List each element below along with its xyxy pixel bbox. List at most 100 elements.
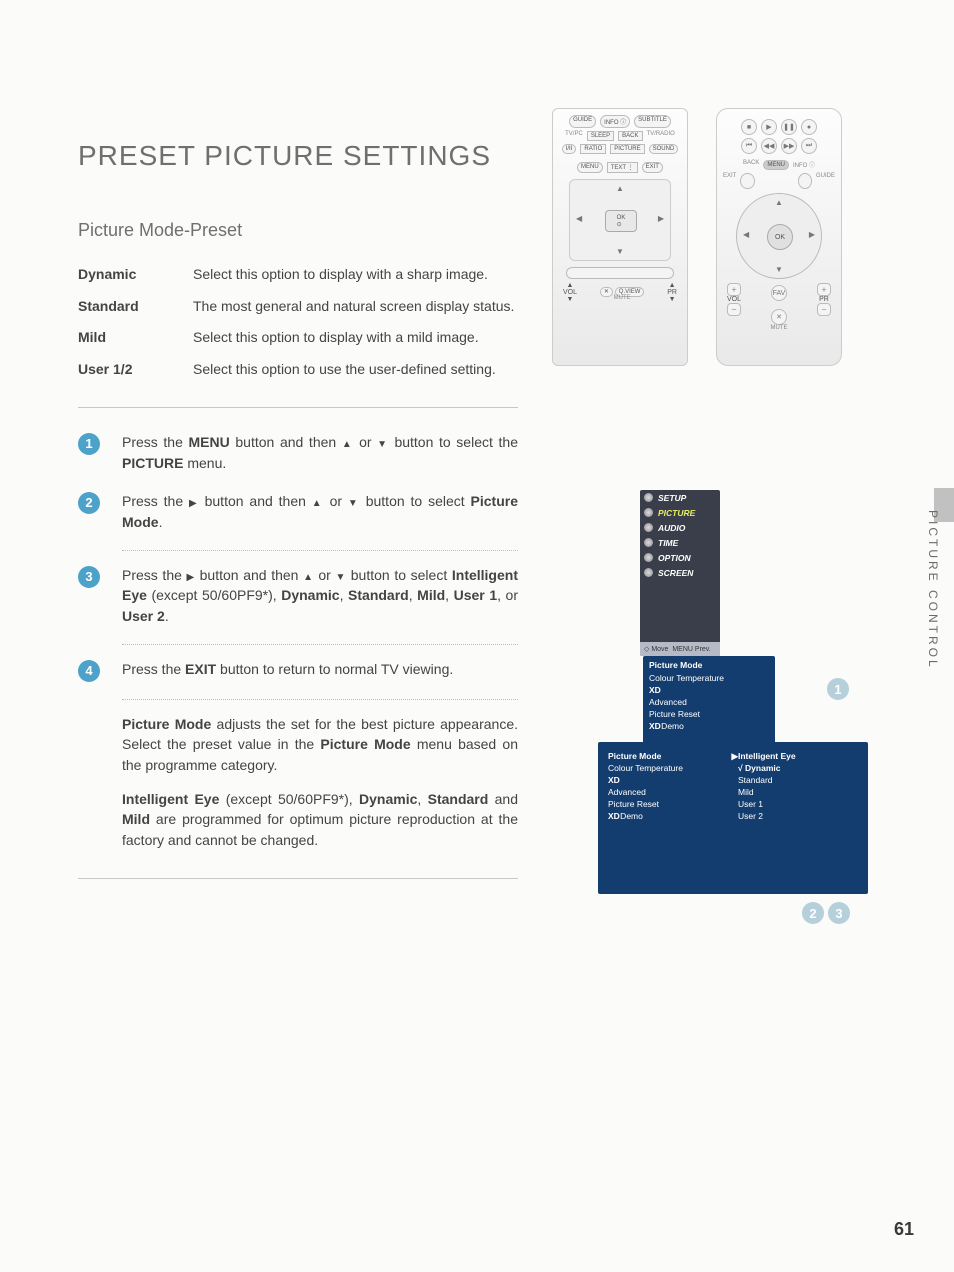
up-arrow-icon: ▲	[775, 198, 783, 207]
remote-vol-pr-row: ＋VOL－ FAV ✕ MUTE ＋PR－	[723, 283, 835, 331]
right-arrow-icon: ▶	[809, 230, 815, 239]
osd-main-menu: SETUP PICTURE AUDIO TIME OPTION SCREEN ◇…	[640, 490, 720, 656]
osd-option-checked: Dynamic	[738, 762, 858, 774]
preset-desc: Select this option to use the user-defin…	[193, 360, 518, 380]
callout-badge: 2	[802, 902, 824, 924]
remote-button: TEXT ⋮	[607, 162, 638, 173]
xd-icon	[608, 775, 618, 785]
xd-icon	[608, 811, 618, 821]
down-arrow-icon: ▼	[616, 247, 624, 256]
remote-ok-pad: ▲ ▼ ◀ ▶ OK⊙	[569, 179, 671, 261]
pause-icon: ❚❚	[781, 119, 797, 135]
osd-option: Standard	[738, 774, 858, 786]
osd-item: Advanced	[608, 786, 738, 798]
remote-illustration-b: ■ ▶ ❚❚ ● ⏮ ◀◀ ▶▶ ⏭ BACK MENU INFO ⓘ EXIT…	[716, 108, 842, 366]
remote-button	[798, 173, 812, 189]
forward-icon: ▶▶	[781, 138, 797, 154]
up-arrow-icon	[303, 567, 314, 583]
manual-page: PRESET PICTURE SETTINGS Picture Mode-Pre…	[0, 0, 954, 1272]
remote-button: RATIO	[580, 144, 606, 154]
step-number-badge: 2	[78, 492, 100, 514]
osd-option: Intelligent Eye	[738, 750, 858, 762]
dotted-divider	[122, 550, 518, 551]
osd-right-column: Intelligent Eye Dynamic Standard Mild Us…	[738, 750, 858, 822]
remote-button: INFO ⓘ	[600, 115, 630, 128]
remote-label: GUIDE	[816, 173, 835, 189]
osd-menu-item: SETUP	[640, 490, 720, 505]
remote-button: GUIDE	[569, 115, 596, 128]
instruction-steps: 1 Press the MENU button and then or butt…	[78, 432, 518, 849]
remote-button	[566, 267, 674, 279]
osd-submenu-item	[649, 684, 769, 696]
osd-item: Picture Reset	[608, 798, 738, 810]
osd-item: Demo	[608, 810, 738, 822]
step-notes: Picture Mode adjusts the set for the bes…	[122, 714, 518, 850]
step: 1 Press the MENU button and then or butt…	[78, 432, 518, 473]
dotted-divider	[122, 699, 518, 700]
preset-term: Standard	[78, 297, 193, 317]
osd-submenu-item: Colour Temperature	[649, 672, 769, 684]
osd-menu-item: TIME	[640, 535, 720, 550]
preset-row: Mild Select this option to display with …	[78, 328, 518, 348]
remote-label: BACK	[743, 160, 759, 170]
remote-vol-pr-row: ▲VOL▼ ✕ Q.VIEW MUTE ▲PR▼	[559, 282, 681, 303]
prev-track-icon: ⏮	[741, 138, 757, 154]
down-arrow-icon	[377, 434, 389, 450]
remote-label: TV/RADIO	[647, 131, 675, 141]
step: 2 Press the button and then or button to…	[78, 491, 518, 532]
remote-button: MENU	[763, 160, 789, 170]
remote-label: PR	[817, 296, 831, 303]
remote-button: PICTURE	[610, 144, 644, 154]
step-text: Press the button and then or button to s…	[122, 565, 518, 626]
remote-button: SOUND	[649, 144, 679, 154]
stop-icon: ■	[741, 119, 757, 135]
osd-menu-item: SCREEN	[640, 565, 720, 580]
remote-label: MUTE	[771, 325, 788, 331]
left-arrow-icon: ◀	[576, 214, 582, 223]
step-number-badge: 4	[78, 660, 100, 682]
remote-label: VOL	[727, 296, 741, 303]
preset-desc: Select this option to display with a mil…	[193, 328, 518, 348]
remote-mute-button: ✕	[771, 309, 787, 325]
right-arrow-icon: ▶	[658, 214, 664, 223]
osd-item: Colour Temperature	[608, 762, 738, 774]
remote-button: BACK	[618, 131, 642, 141]
osd-submenu-item: Demo	[649, 720, 769, 732]
callout-badge: 3	[828, 902, 850, 924]
preset-desc: The most general and natural screen disp…	[193, 297, 518, 317]
osd-submenu-item: Advanced	[649, 696, 769, 708]
remote-illustration-a: GUIDEINFO ⓘSUBTITLE TV/PCSLEEPBACKTV/RAD…	[552, 108, 688, 366]
remote-button	[740, 173, 754, 189]
up-arrow-icon	[312, 493, 324, 509]
right-arrow-icon	[187, 567, 195, 583]
remote-mute-button: ✕	[600, 287, 613, 297]
osd-menu-item: AUDIO	[640, 520, 720, 535]
osd-submenu-item: Picture Reset	[649, 708, 769, 720]
osd-screenshot-2: Picture Mode▶ Colour Temperature Advance…	[598, 742, 868, 894]
dotted-divider	[122, 644, 518, 645]
remote-ok-button: OK	[767, 224, 793, 250]
down-arrow-icon	[335, 567, 346, 583]
preset-row: Dynamic Select this option to display wi…	[78, 265, 518, 285]
osd-item	[608, 774, 738, 786]
remote-label: VOL	[563, 289, 577, 296]
preset-row: User 1/2 Select this option to use the u…	[78, 360, 518, 380]
left-arrow-icon: ◀	[743, 230, 749, 239]
rewind-icon: ◀◀	[761, 138, 777, 154]
step-text: Press the EXIT button to return to norma…	[122, 659, 518, 681]
remote-button: I/II	[562, 144, 577, 154]
remote-button: MENU	[577, 162, 603, 173]
remote-button: EXIT	[642, 162, 663, 173]
divider	[78, 878, 518, 879]
divider	[78, 407, 518, 408]
page-number: 61	[894, 1219, 914, 1240]
step-text: Press the button and then or button to s…	[122, 491, 518, 532]
remote-ok-button: OK⊙	[605, 210, 637, 232]
record-icon: ●	[801, 119, 817, 135]
osd-option: User 1	[738, 798, 858, 810]
main-column: PRESET PICTURE SETTINGS Picture Mode-Pre…	[78, 140, 518, 903]
play-icon: ▶	[761, 119, 777, 135]
xd-icon	[649, 721, 659, 731]
right-arrow-icon	[189, 493, 199, 509]
osd-option: User 2	[738, 810, 858, 822]
